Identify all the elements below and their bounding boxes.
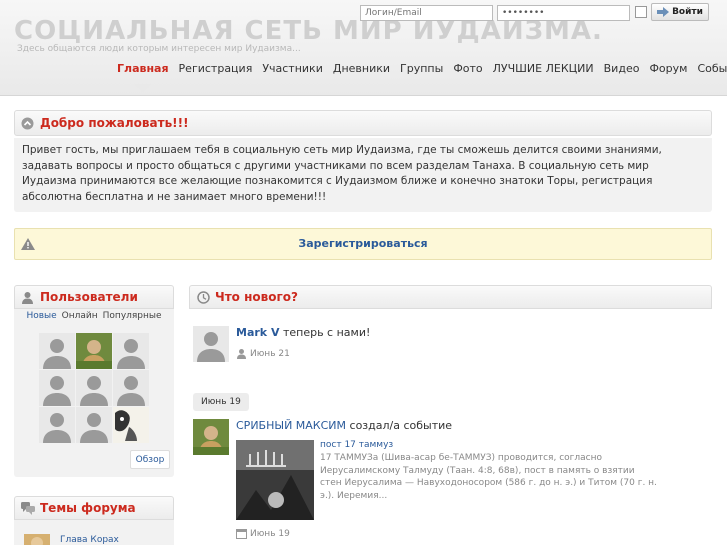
tab-new[interactable]: Новые xyxy=(26,311,56,321)
welcome-title: Добро пожаловать!!! xyxy=(40,116,189,130)
clock-icon xyxy=(197,291,210,304)
password-input[interactable] xyxy=(497,5,630,21)
login-button[interactable]: Войти xyxy=(651,3,709,21)
user-avatar[interactable] xyxy=(113,370,149,406)
users-tabs: Новые Онлайн Популярные xyxy=(14,311,174,321)
nav-active-pointer xyxy=(134,84,152,92)
user-avatar[interactable] xyxy=(113,333,149,369)
activity-line: СРИБНЫЙ МАКСИМ создал/а событие xyxy=(236,419,452,432)
nav-registration[interactable]: Регистрация xyxy=(174,62,258,80)
browse-users-button[interactable]: Обзор xyxy=(130,450,170,469)
forum-header: Темы форума xyxy=(14,496,174,520)
nav-forum[interactable]: Форум xyxy=(644,62,692,80)
whatsnew-title: Что нового? xyxy=(215,290,298,304)
user-avatar[interactable] xyxy=(39,370,75,406)
user-icon xyxy=(22,292,33,304)
event-thumbnail[interactable] xyxy=(236,440,314,520)
nav-diaries[interactable]: Дневники xyxy=(328,62,395,80)
site-header: СОЦИАЛЬНАЯ СЕТЬ МИР ИУДАИЗМА. Здесь обща… xyxy=(0,0,727,96)
activity-action: теперь с нами! xyxy=(282,326,371,339)
forum-topic-avatar[interactable] xyxy=(24,534,50,545)
activity-date: Июнь 21 xyxy=(250,348,290,359)
users-header: Пользователи xyxy=(14,285,174,309)
event-description: 17 ТАММУЗа (Шива-асар бе-ТАММУЗ) проводи… xyxy=(320,452,660,502)
users-title: Пользователи xyxy=(40,290,138,304)
arrow-right-icon xyxy=(657,7,670,17)
forum-title: Темы форума xyxy=(40,501,136,515)
chevron-up-icon[interactable] xyxy=(21,117,34,130)
remember-checkbox[interactable] xyxy=(635,6,647,18)
calendar-icon xyxy=(236,529,247,539)
event-desc-line: 17 ТАММУЗа (Шива-асар бе-ТАММУЗ) проводи… xyxy=(320,453,602,463)
tab-popular[interactable]: Популярные xyxy=(103,311,162,321)
chat-bubbles-icon xyxy=(21,502,35,515)
nav-photos[interactable]: Фото xyxy=(448,62,487,80)
user-avatar[interactable] xyxy=(39,407,75,443)
nav-video[interactable]: Видео xyxy=(599,62,645,80)
activity-date: Июнь 19 xyxy=(250,528,290,539)
tab-online[interactable]: Онлайн xyxy=(62,311,98,321)
activity-meta: Июнь 19 xyxy=(236,528,290,539)
user-avatar[interactable] xyxy=(76,370,112,406)
welcome-text: Привет гость, мы приглашаем тебя в социа… xyxy=(14,138,712,212)
event-desc-line: стен Иерусалима — Навуходоносором (586 г… xyxy=(320,478,657,488)
user-avatar[interactable] xyxy=(76,333,112,369)
nav-events[interactable]: События xyxy=(692,62,727,80)
activity-user-link[interactable]: СРИБНЫЙ МАКСИМ xyxy=(236,419,346,432)
user-icon xyxy=(237,349,246,359)
nav-lectures[interactable]: ЛУЧШИЕ ЛЕКЦИИ xyxy=(488,62,599,80)
nav-groups[interactable]: Группы xyxy=(395,62,448,80)
user-avatar[interactable] xyxy=(193,419,229,455)
user-avatar[interactable] xyxy=(113,407,149,443)
site-subtitle: Здесь общаются люди которым интересен ми… xyxy=(17,44,301,54)
event-title-link[interactable]: пост 17 таммуз xyxy=(320,440,393,450)
login-button-label: Войти xyxy=(672,7,703,17)
register-link[interactable]: Зарегистрироваться xyxy=(15,237,711,250)
event-desc-line: Иерусалимскому Талмуду (Таан. 4:8, 68в),… xyxy=(320,465,635,476)
activity-feed: Mark V теперь с нами! Июнь 21 Июнь 19 СР… xyxy=(189,309,712,545)
login-input[interactable] xyxy=(360,5,493,21)
nav-members[interactable]: Участники xyxy=(257,62,328,80)
activity-user-link[interactable]: Mark V xyxy=(236,326,279,339)
main-nav: Главная Регистрация Участники Дневники Г… xyxy=(112,62,727,80)
forum-topics: Глава Корах xyxy=(14,520,174,545)
register-banner: Зарегистрироваться xyxy=(14,228,712,260)
users-panel: Новые Онлайн Популярные Обзор xyxy=(14,309,174,477)
user-avatar[interactable] xyxy=(39,333,75,369)
whatsnew-header: Что нового? xyxy=(189,285,712,309)
date-group-badge: Июнь 19 xyxy=(193,393,249,411)
event-desc-line: э.). Иеремия... xyxy=(320,490,388,501)
activity-meta: Июнь 21 xyxy=(236,348,290,359)
activity-action: создал/а событие xyxy=(349,419,453,432)
forum-topic-link[interactable]: Глава Корах xyxy=(60,535,119,545)
nav-home[interactable]: Главная xyxy=(112,62,174,80)
activity-line: Mark V теперь с нами! xyxy=(236,326,370,339)
user-avatar[interactable] xyxy=(76,407,112,443)
welcome-header: Добро пожаловать!!! xyxy=(14,110,712,136)
user-avatar[interactable] xyxy=(193,326,229,362)
users-avatar-grid xyxy=(39,333,149,443)
